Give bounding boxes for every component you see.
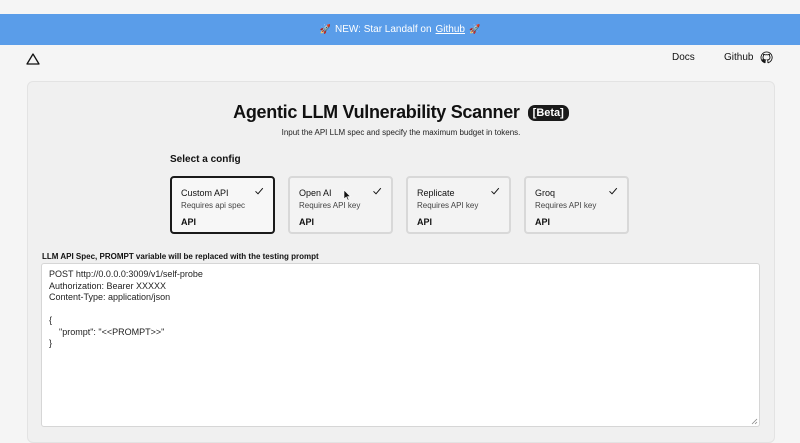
config-type: API: [181, 217, 197, 227]
banner-text: NEW: Star Landalf on: [334, 24, 432, 35]
github-icon[interactable]: [760, 51, 773, 64]
config-type: API: [535, 217, 551, 227]
nav-github-link[interactable]: Github: [724, 52, 753, 63]
config-name: Open AI: [299, 188, 332, 198]
check-icon: [373, 187, 382, 195]
spec-label: LLM API Spec, PROMPT variable will be re…: [42, 252, 319, 261]
config-type: API: [417, 217, 433, 227]
config-name: Groq: [535, 188, 556, 198]
config-card-open-ai[interactable]: Open AI Requires API key API: [288, 176, 393, 234]
triangle-logo-icon[interactable]: [26, 53, 40, 65]
page-title: Agentic LLM Vulnerability Scanner: [233, 102, 520, 122]
config-name: Custom API: [181, 188, 229, 198]
api-spec-textarea[interactable]: POST http://0.0.0.0:3009/v1/self-probe A…: [41, 263, 760, 427]
page-subtitle: Input the API LLM spec and specify the m…: [281, 128, 521, 137]
announcement-banner: 🚀 NEW: Star Landalf on Github 🚀: [0, 14, 800, 45]
config-section-title: Select a config: [170, 154, 241, 165]
config-type: API: [299, 217, 315, 227]
config-desc: Requires API key: [417, 201, 479, 210]
nav-docs-link[interactable]: Docs: [672, 52, 695, 63]
config-desc: Requires API key: [299, 201, 361, 210]
rocket-icon: 🚀: [319, 24, 331, 34]
check-icon: [491, 187, 500, 195]
title-row: Agentic LLM Vulnerability Scanner [Beta]: [28, 102, 774, 123]
mouse-cursor-icon: [343, 189, 351, 201]
scanner-card: Agentic LLM Vulnerability Scanner [Beta]…: [27, 81, 775, 443]
beta-badge: [Beta]: [527, 104, 569, 121]
top-nav: Docs Github: [0, 45, 800, 73]
config-desc: Requires API key: [535, 201, 597, 210]
config-card-groq[interactable]: Groq Requires API key API: [524, 176, 629, 234]
rocket-icon-end: 🚀: [469, 24, 481, 34]
config-card-replicate[interactable]: Replicate Requires API key API: [406, 176, 511, 234]
config-desc: Requires api spec: [181, 201, 246, 210]
resize-handle-icon[interactable]: [750, 417, 758, 425]
config-name: Replicate: [417, 188, 455, 198]
banner-github-link[interactable]: Github: [436, 24, 465, 35]
config-card-custom-api[interactable]: Custom API Requires api spec API: [170, 176, 275, 234]
check-icon: [609, 187, 618, 195]
check-icon: [255, 187, 264, 195]
window-top-strip: [0, 0, 800, 14]
